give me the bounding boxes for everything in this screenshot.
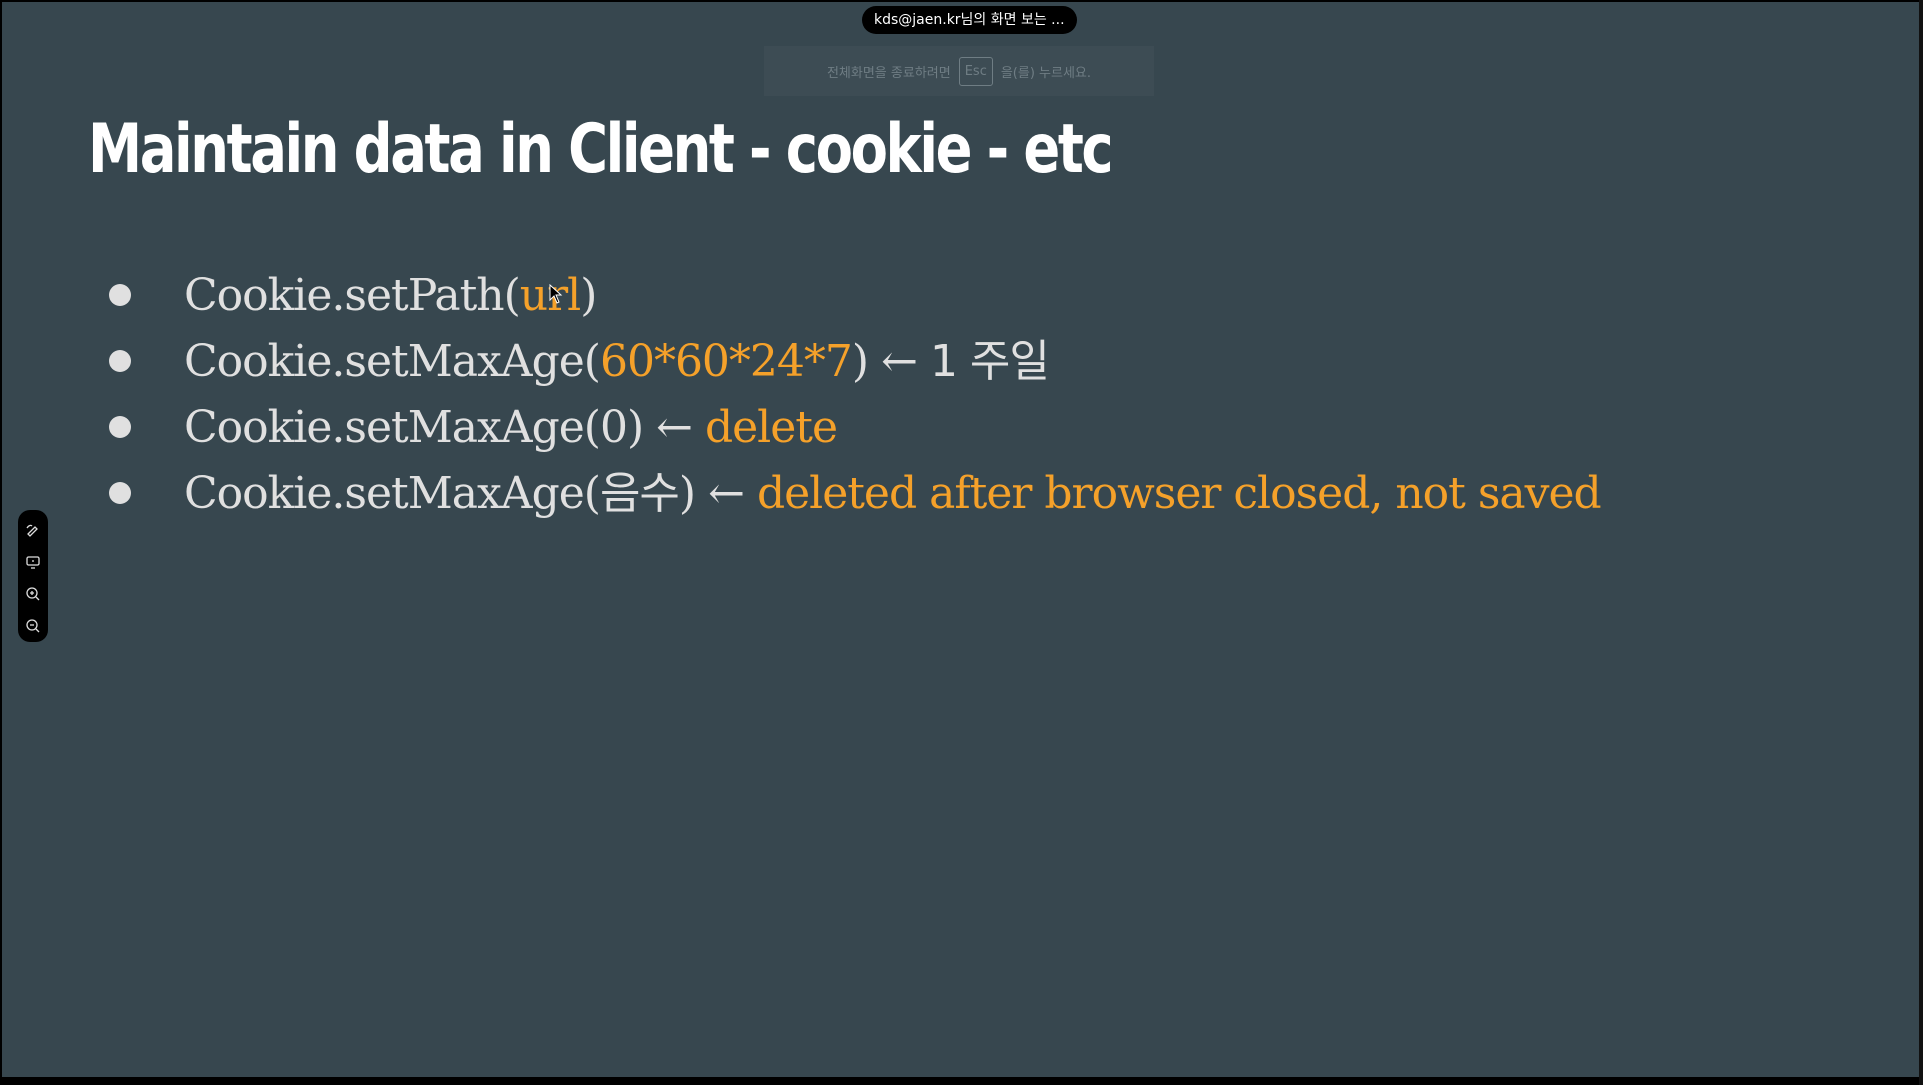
draw-button[interactable] [21,518,45,542]
zoom-out-button[interactable] [21,614,45,638]
bullet-note: delete [704,402,838,453]
draw-icon [26,524,38,537]
bullet-dot [109,482,131,504]
bullet-note: 1 주일 [929,336,1050,387]
bullet-item: Cookie.setMaxAge(음수) ← deleted after bro… [2,464,1802,524]
bullet-text: Cookie.setPath(url) [184,266,597,326]
window-edge [1919,0,1923,1085]
presentation-slide: Maintain data in Client - cookie - etc C… [2,2,1919,1077]
fullscreen-exit-hint: 전체화면을 종료하려면 Esc 을(를) 누르세요. [764,46,1154,96]
arrow-icon: ← [695,468,757,519]
code-text: Cookie.setPath( [184,270,521,321]
mouse-cursor-icon [549,284,563,304]
bullet-text: Cookie.setMaxAge(음수) ← deleted after bro… [184,464,1602,524]
screen-share-icon [26,556,40,569]
code-close: ) [626,402,644,453]
bullet-item: Cookie.setMaxAge(60*60*24*7) ← 1 주일 [2,332,1802,392]
bullet-dot [109,284,131,306]
code-text: Cookie.setMaxAge( [184,468,601,519]
zoom-in-button[interactable] [21,582,45,606]
esc-key: Esc [958,56,993,86]
code-text: Cookie.setMaxAge( [184,402,601,453]
bullet-text: Cookie.setMaxAge(0) ← delete [184,398,838,458]
floating-toolbar [18,510,48,642]
arrow-icon: ← [868,336,930,387]
bullet-dot [109,350,131,372]
code-close: ) [580,270,597,321]
zoom-out-icon [26,619,40,633]
screen-share-viewer: Maintain data in Client - cookie - etc C… [0,0,1923,1085]
bullet-text: Cookie.setMaxAge(60*60*24*7) ← 1 주일 [184,332,1050,392]
zoom-in-icon [26,587,40,601]
viewing-banner[interactable]: kds@jaen.kr님의 화면 보는 ... [862,6,1077,34]
code-close: ) [851,336,869,387]
arrow-icon: ← [643,402,705,453]
code-argument: 0 [599,402,628,453]
code-text: Cookie.setMaxAge( [184,336,601,387]
bullet-dot [109,416,131,438]
code-close: ) [678,468,696,519]
bullet-item: Cookie.setPath(url) [2,266,1802,326]
hint-text-before: 전체화면을 종료하려면 [826,65,951,81]
bullet-item: Cookie.setMaxAge(0) ← delete [2,398,1802,458]
screen-share-button[interactable] [21,550,45,574]
bullet-note: deleted after browser closed, not saved [756,468,1602,519]
code-argument: 60*60*24*7 [599,336,853,387]
slide-title: Maintain data in Client - cookie - etc [88,110,1114,189]
code-argument: 음수 [599,468,680,519]
hint-text-after: 을(를) 누르세요. [1000,65,1092,81]
